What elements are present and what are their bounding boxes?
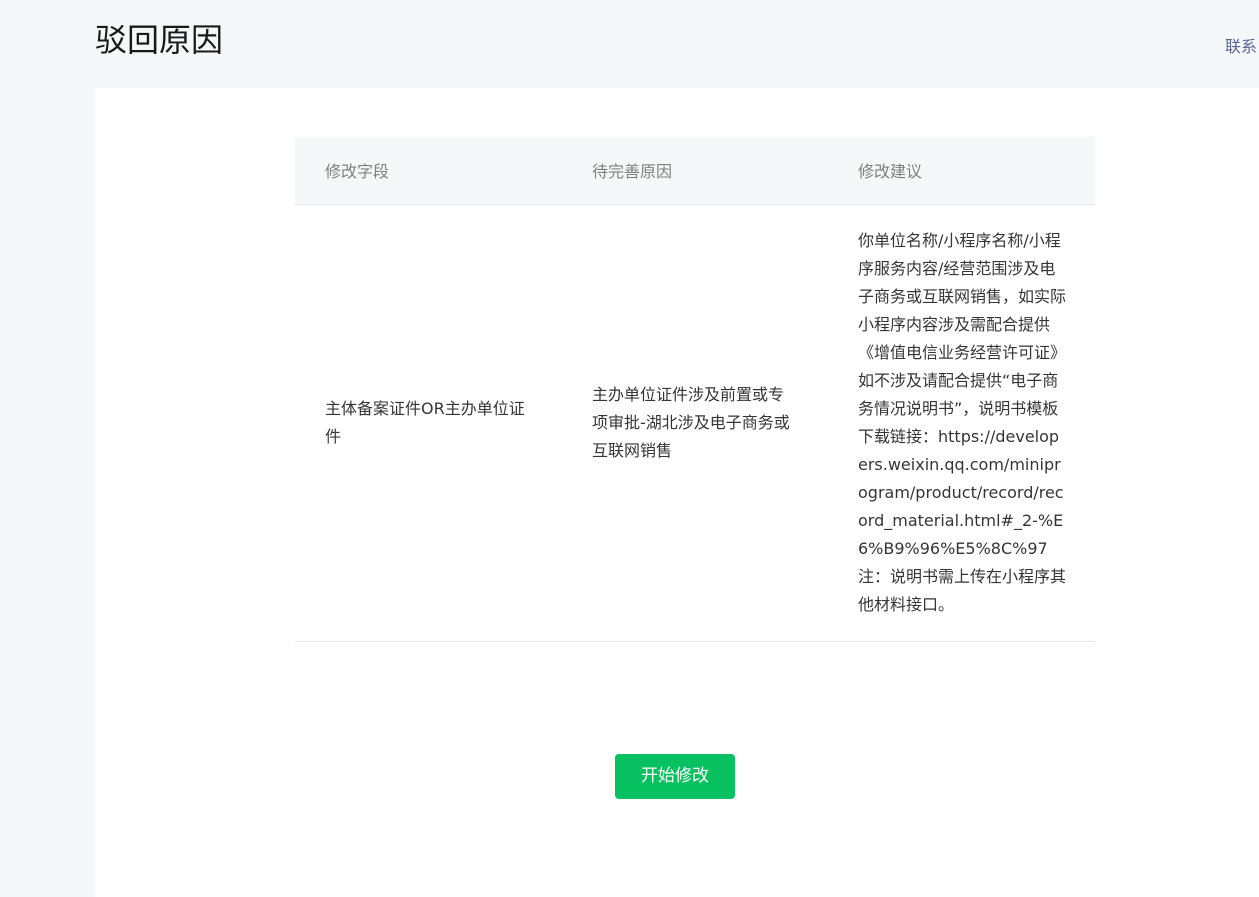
cell-reason: 主办单位证件涉及前置或专项审批-湖北涉及电子商务或互联网销售 xyxy=(562,204,828,642)
start-modify-button[interactable]: 开始修改 xyxy=(615,754,735,799)
header-reason: 待完善原因 xyxy=(562,137,828,205)
table-header-row: 修改字段 待完善原因 修改建议 xyxy=(295,137,1095,205)
header-field: 修改字段 xyxy=(295,137,562,205)
content-card: 修改字段 待完善原因 修改建议 主体备案证件OR主办单位证件 主办单位证件涉及前… xyxy=(95,88,1259,897)
header-advice: 修改建议 xyxy=(828,137,1095,205)
contact-link[interactable]: 联系 xyxy=(1225,36,1259,58)
page-title: 驳回原因 xyxy=(95,21,224,59)
cell-advice: 你单位名称/小程序名称/小程序服务内容/经营范围涉及电子商务或互联网销售，如实际… xyxy=(828,204,1095,642)
rejection-reason-table: 修改字段 待完善原因 修改建议 主体备案证件OR主办单位证件 主办单位证件涉及前… xyxy=(295,137,1095,642)
cell-field: 主体备案证件OR主办单位证件 xyxy=(295,204,562,642)
table-row: 主体备案证件OR主办单位证件 主办单位证件涉及前置或专项审批-湖北涉及电子商务或… xyxy=(295,204,1095,642)
